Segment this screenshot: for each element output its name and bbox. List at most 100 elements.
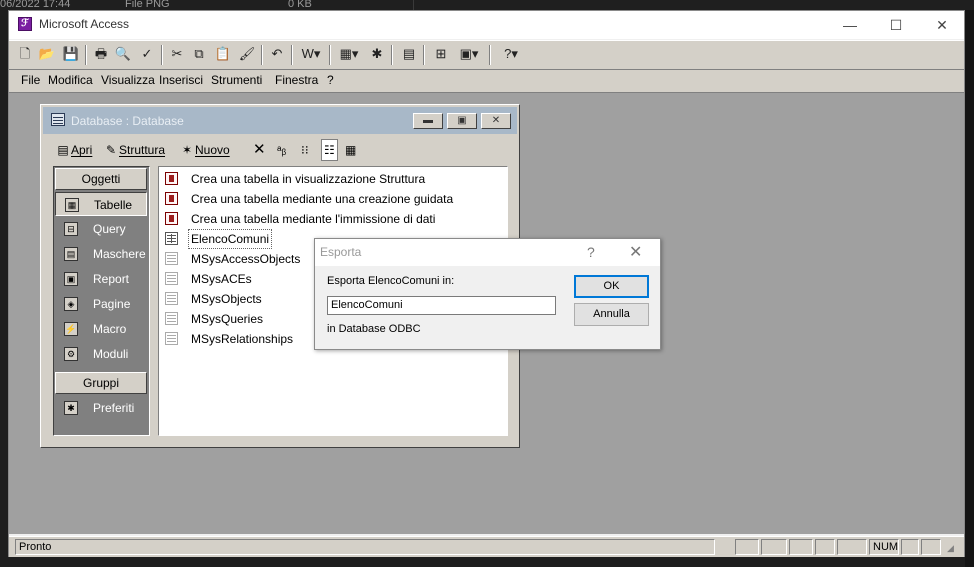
object-modules-label: Moduli	[93, 347, 129, 361]
minimize-button[interactable]: —	[827, 11, 873, 39]
background-date: 06/2022 17:44	[0, 0, 71, 10]
details-view-icon[interactable]: ▦	[345, 139, 356, 161]
menu-modifica[interactable]: Modifica	[48, 73, 93, 87]
maximize-button[interactable]: ☐	[873, 11, 919, 39]
object-forms[interactable]: ▤ Maschere	[55, 242, 147, 266]
delete-icon[interactable]: ✕	[253, 139, 266, 161]
object-macros[interactable]: ⚡ Macro	[55, 317, 147, 341]
export-dialog-title: Esporta	[320, 245, 362, 259]
system-table-icon	[165, 292, 178, 305]
menu-visualizza[interactable]: Visualizza	[101, 73, 155, 87]
list-item-label: MSysACEs	[191, 272, 252, 286]
wizard-icon	[165, 172, 178, 185]
object-queries[interactable]: ⊟ Query	[55, 217, 147, 241]
menu-finestra[interactable]: Finestra	[275, 73, 318, 87]
open-button[interactable]: ▤ Apri	[55, 139, 92, 161]
code-icon[interactable]: ✱	[367, 44, 387, 64]
office-links-icon[interactable]: W▾	[297, 44, 325, 64]
menu-bar: File Modifica Visualizza Inserisci Strum…	[9, 70, 964, 93]
objects-header[interactable]: Oggetti	[55, 168, 147, 190]
access-app-icon: ℱ	[18, 17, 32, 31]
new-icon[interactable]: 🗋	[15, 44, 35, 64]
title-bar: ℱ Microsoft Access — ☐ ✕	[9, 11, 964, 39]
undo-icon[interactable]: ↶	[267, 44, 287, 64]
cut-icon[interactable]: ✂	[167, 44, 187, 64]
print-icon[interactable]: 🖶	[91, 44, 111, 64]
list-item-label: MSysAccessObjects	[191, 252, 301, 266]
status-pane	[789, 539, 813, 555]
object-reports[interactable]: ▣ Report	[55, 267, 147, 291]
background-type: File PNG	[125, 0, 170, 10]
group-favorites[interactable]: ✱ Preferiti	[55, 396, 147, 420]
export-label: Esporta ElencoComuni in:	[327, 275, 455, 287]
properties-icon[interactable]: ▤	[399, 44, 419, 64]
cancel-button[interactable]: Annulla	[574, 303, 649, 326]
list-item-label: MSysObjects	[191, 292, 262, 306]
menu-inserisci[interactable]: Inserisci	[159, 73, 203, 87]
help-icon[interactable]: ?	[587, 244, 595, 260]
object-reports-label: Report	[93, 272, 130, 286]
object-modules[interactable]: ⚙ Moduli	[55, 342, 147, 366]
small-icons-view-icon[interactable]: ⁝⁝	[301, 139, 309, 161]
object-tables[interactable]: ▦ Tabelle	[55, 192, 147, 216]
database-window-titlebar[interactable]: Database : Database ▬ ▣ ✕	[43, 107, 517, 134]
list-view-icon[interactable]: ☷	[321, 139, 338, 161]
system-table-icon	[165, 252, 178, 265]
mdi-workspace: Database : Database ▬ ▣ ✕ ▤ Apri ✎ Struttu…	[9, 93, 964, 534]
status-pane	[837, 539, 867, 555]
wizard-icon	[165, 192, 178, 205]
access-window: ℱ Microsoft Access — ☐ ✕ 🗋 📂 💾 🖶 🔍 ✓ ✂ ⧉…	[8, 10, 965, 557]
menu-strumenti[interactable]: Strumenti	[211, 73, 262, 87]
status-bar: Pronto NUM ◢	[9, 536, 964, 557]
new-button[interactable]: ✶ Nuovo	[179, 139, 230, 161]
analyze-icon[interactable]: ▦▾	[335, 44, 363, 64]
format-painter-icon[interactable]: 🖌	[237, 44, 257, 64]
form-icon: ▤	[64, 247, 78, 261]
ok-button[interactable]: OK	[574, 275, 649, 298]
close-icon[interactable]: ✕	[629, 242, 642, 262]
toolbar-separator	[291, 45, 293, 65]
export-destination: in Database ODBC	[327, 323, 421, 335]
object-pages[interactable]: ◈ Pagine	[55, 292, 147, 316]
design-button[interactable]: ✎ Struttura	[103, 139, 165, 161]
large-icons-view-icon[interactable]: ᵃᵦ	[277, 139, 286, 161]
objects-bar: Oggetti ▦ Tabelle ⊟ Query ▤ Maschere ▣ Repor…	[53, 166, 150, 436]
spelling-icon[interactable]: ✓	[137, 44, 157, 64]
main-toolbar: 🗋 📂 💾 🖶 🔍 ✓ ✂ ⧉ 📋 🖌 ↶ W▾ ▦▾ ✱ ▤ ⊞ ▣▾ ?▾	[9, 40, 964, 70]
list-item-label: ElencoComuni	[188, 229, 273, 249]
db-restore-button[interactable]: ▣	[447, 113, 477, 129]
wizard-icon	[165, 212, 178, 225]
db-minimize-button[interactable]: ▬	[413, 113, 443, 129]
favorites-icon: ✱	[64, 401, 78, 415]
toolbar-separator	[489, 45, 491, 65]
save-icon[interactable]: 💾	[61, 44, 81, 64]
menu-help[interactable]: ?	[327, 73, 334, 87]
num-lock-indicator: NUM	[869, 539, 899, 555]
status-pane	[901, 539, 919, 555]
page-icon: ◈	[64, 297, 78, 311]
design-label: Struttura	[119, 143, 166, 157]
database-icon	[51, 113, 65, 126]
relationships-icon[interactable]: ⊞	[431, 44, 451, 64]
export-name-input[interactable]: ElencoComuni	[327, 296, 556, 315]
paste-icon[interactable]: 📋	[213, 44, 233, 64]
menu-file[interactable]: File	[21, 73, 40, 87]
resize-grip-icon[interactable]: ◢	[947, 543, 954, 554]
list-item-label: MSysQueries	[191, 312, 264, 326]
db-close-button[interactable]: ✕	[481, 113, 511, 129]
toolbar-separator	[391, 45, 393, 65]
close-button[interactable]: ✕	[919, 11, 965, 39]
print-preview-icon[interactable]: 🔍	[113, 44, 133, 64]
background-size: 0 KB	[288, 0, 312, 10]
export-dialog-titlebar[interactable]: Esporta ? ✕	[315, 239, 660, 266]
new-object-icon[interactable]: ▣▾	[455, 44, 483, 64]
toolbar-separator	[423, 45, 425, 65]
object-pages-label: Pagine	[93, 297, 131, 311]
query-icon: ⊟	[64, 222, 78, 236]
groups-header[interactable]: Gruppi	[55, 372, 147, 394]
open-icon[interactable]: 📂	[37, 44, 57, 64]
copy-icon[interactable]: ⧉	[189, 44, 209, 64]
help-icon[interactable]: ?▾	[497, 44, 525, 64]
toolbar-separator	[161, 45, 163, 65]
status-pane	[761, 539, 787, 555]
